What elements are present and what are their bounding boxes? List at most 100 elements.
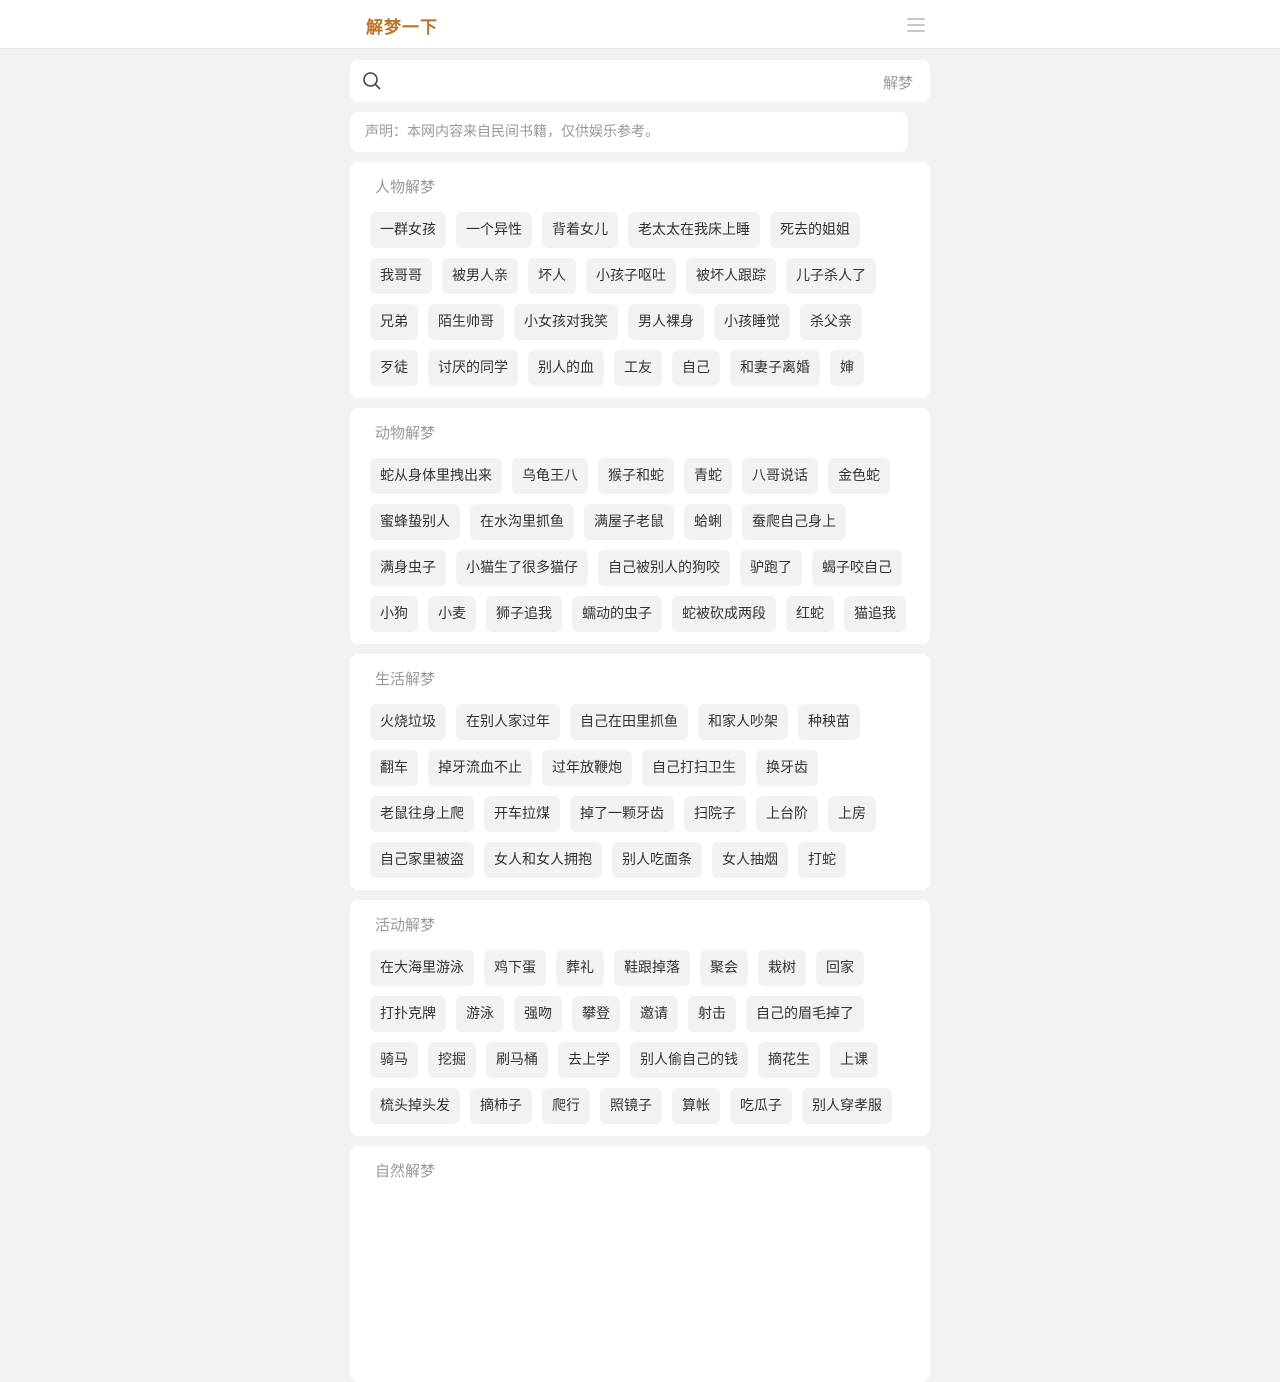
dream-tag[interactable]: 自己	[672, 350, 720, 386]
dream-tag[interactable]: 自己在田里抓鱼	[570, 704, 688, 740]
dream-tag[interactable]: 鸡下蛋	[484, 950, 546, 986]
dream-tag[interactable]: 邀请	[630, 996, 678, 1032]
dream-tag[interactable]: 狮子追我	[486, 596, 562, 632]
dream-tag[interactable]: 上台阶	[756, 796, 818, 832]
dream-tag[interactable]: 自己的眉毛掉了	[746, 996, 864, 1032]
dream-tag[interactable]: 上课	[830, 1042, 878, 1078]
dream-tag[interactable]: 讨厌的同学	[428, 350, 518, 386]
dream-tag[interactable]: 开车拉煤	[484, 796, 560, 832]
dream-tag[interactable]: 和妻子离婚	[730, 350, 820, 386]
dream-tag[interactable]: 小女孩对我笑	[514, 304, 618, 340]
menu-icon[interactable]	[906, 16, 926, 34]
search-button[interactable]: 解梦	[874, 72, 922, 94]
dream-tag[interactable]: 老鼠往身上爬	[370, 796, 474, 832]
dream-tag[interactable]: 女人抽烟	[712, 842, 788, 878]
dream-tag[interactable]: 扫院子	[684, 796, 746, 832]
dream-tag[interactable]: 翻车	[370, 750, 418, 786]
dream-tag[interactable]: 歹徒	[370, 350, 418, 386]
dream-tag[interactable]: 掉了一颗牙齿	[570, 796, 674, 832]
dream-tag[interactable]: 爬行	[542, 1088, 590, 1124]
dream-tag[interactable]: 别人穿孝服	[802, 1088, 892, 1124]
dream-tag[interactable]: 红蛇	[786, 596, 834, 632]
dream-tag[interactable]: 猴子和蛇	[598, 458, 674, 494]
dream-tag[interactable]: 蛤蜊	[684, 504, 732, 540]
dream-tag[interactable]: 八哥说话	[742, 458, 818, 494]
dream-tag[interactable]: 换牙齿	[756, 750, 818, 786]
dream-tag[interactable]: 鞋跟掉落	[614, 950, 690, 986]
dream-tag[interactable]: 杀父亲	[800, 304, 862, 340]
dream-tag[interactable]: 婶	[830, 350, 864, 386]
dream-tag[interactable]: 吃瓜子	[730, 1088, 792, 1124]
dream-tag[interactable]: 摘柿子	[470, 1088, 532, 1124]
dream-tag[interactable]: 火烧垃圾	[370, 704, 446, 740]
dream-tag[interactable]: 挖掘	[428, 1042, 476, 1078]
dream-tag[interactable]: 满身虫子	[370, 550, 446, 586]
dream-tag[interactable]: 葬礼	[556, 950, 604, 986]
dream-tag[interactable]: 蜜蜂蛰别人	[370, 504, 460, 540]
dream-tag[interactable]: 驴跑了	[740, 550, 802, 586]
dream-tag[interactable]: 回家	[816, 950, 864, 986]
dream-tag[interactable]: 坏人	[528, 258, 576, 294]
dream-tag[interactable]: 儿子杀人了	[786, 258, 876, 294]
dream-tag[interactable]: 兄弟	[370, 304, 418, 340]
dream-tag[interactable]: 自己家里被盗	[370, 842, 474, 878]
dream-tag[interactable]: 游泳	[456, 996, 504, 1032]
dream-tag[interactable]: 小麦	[428, 596, 476, 632]
dream-tag[interactable]: 蠕动的虫子	[572, 596, 662, 632]
search-input[interactable]	[390, 66, 870, 96]
dream-tag[interactable]: 照镜子	[600, 1088, 662, 1124]
dream-tag[interactable]: 被坏人跟踪	[686, 258, 776, 294]
dream-tag[interactable]: 女人和女人拥抱	[484, 842, 602, 878]
dream-tag[interactable]: 蛇从身体里拽出来	[370, 458, 502, 494]
dream-tag[interactable]: 自己打扫卫生	[642, 750, 746, 786]
dream-tag[interactable]: 猫追我	[844, 596, 906, 632]
dream-tag[interactable]: 蝎子咬自己	[812, 550, 902, 586]
dream-tag[interactable]: 在大海里游泳	[370, 950, 474, 986]
dream-tag[interactable]: 死去的姐姐	[770, 212, 860, 248]
dream-tag[interactable]: 老太太在我床上睡	[628, 212, 760, 248]
dream-tag[interactable]: 金色蛇	[828, 458, 890, 494]
dream-tag[interactable]: 蛇被砍成两段	[672, 596, 776, 632]
dream-tag[interactable]: 满屋子老鼠	[584, 504, 674, 540]
dream-tag[interactable]: 过年放鞭炮	[542, 750, 632, 786]
dream-tag[interactable]: 在别人家过年	[456, 704, 560, 740]
dream-tag[interactable]: 小孩睡觉	[714, 304, 790, 340]
dream-tag[interactable]: 梳头掉头发	[370, 1088, 460, 1124]
dream-tag[interactable]: 栽树	[758, 950, 806, 986]
dream-tag[interactable]: 在水沟里抓鱼	[470, 504, 574, 540]
dream-tag[interactable]: 男人裸身	[628, 304, 704, 340]
dream-tag[interactable]: 和家人吵架	[698, 704, 788, 740]
dream-tag[interactable]: 去上学	[558, 1042, 620, 1078]
dream-tag[interactable]: 打扑克牌	[370, 996, 446, 1032]
dream-tag[interactable]: 小狗	[370, 596, 418, 632]
dream-tag[interactable]: 陌生帅哥	[428, 304, 504, 340]
dream-tag[interactable]: 乌龟王八	[512, 458, 588, 494]
dream-tag[interactable]: 摘花生	[758, 1042, 820, 1078]
dream-tag[interactable]: 别人的血	[528, 350, 604, 386]
dream-tag[interactable]: 一群女孩	[370, 212, 446, 248]
dream-tag[interactable]: 掉牙流血不止	[428, 750, 532, 786]
dream-tag[interactable]: 骑马	[370, 1042, 418, 1078]
dream-tag[interactable]: 算帐	[672, 1088, 720, 1124]
dream-tag[interactable]: 攀登	[572, 996, 620, 1032]
dream-tag[interactable]: 强吻	[514, 996, 562, 1032]
dream-tag[interactable]: 射击	[688, 996, 736, 1032]
dream-tag[interactable]: 蚕爬自己身上	[742, 504, 846, 540]
dream-tag[interactable]: 青蛇	[684, 458, 732, 494]
dream-tag[interactable]: 小猫生了很多猫仔	[456, 550, 588, 586]
dream-tag[interactable]: 工友	[614, 350, 662, 386]
dream-tag[interactable]: 打蛇	[798, 842, 846, 878]
site-logo[interactable]: 解梦一下	[366, 13, 438, 38]
dream-tag[interactable]: 种秧苗	[798, 704, 860, 740]
dream-tag[interactable]: 小孩子呕吐	[586, 258, 676, 294]
dream-tag[interactable]: 背着女儿	[542, 212, 618, 248]
dream-tag[interactable]: 别人偷自己的钱	[630, 1042, 748, 1078]
dream-tag[interactable]: 被男人亲	[442, 258, 518, 294]
dream-tag[interactable]: 刷马桶	[486, 1042, 548, 1078]
dream-tag[interactable]: 一个异性	[456, 212, 532, 248]
dream-tag[interactable]: 聚会	[700, 950, 748, 986]
dream-tag[interactable]: 我哥哥	[370, 258, 432, 294]
dream-tag[interactable]: 上房	[828, 796, 876, 832]
dream-tag[interactable]: 别人吃面条	[612, 842, 702, 878]
dream-tag[interactable]: 自己被别人的狗咬	[598, 550, 730, 586]
